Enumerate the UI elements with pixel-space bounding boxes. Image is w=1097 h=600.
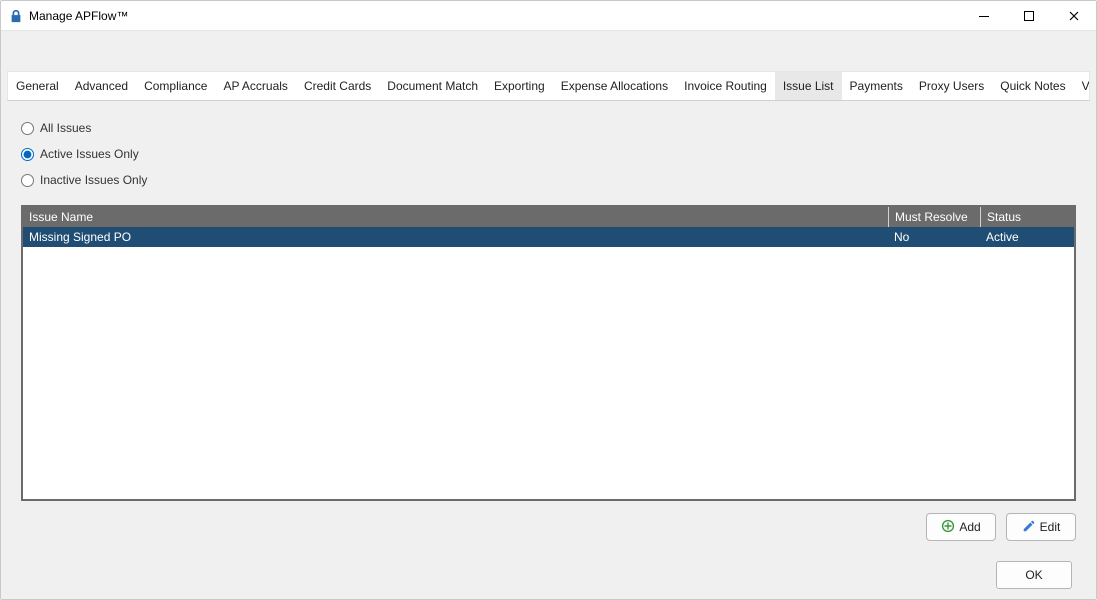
- window-frame: Manage APFlow™ GeneralAdvancedCompliance…: [0, 0, 1097, 600]
- filter-active-issues-label[interactable]: Active Issues Only: [40, 147, 139, 161]
- minimize-button[interactable]: [961, 1, 1006, 30]
- tab-expense-allocations[interactable]: Expense Allocations: [553, 72, 676, 100]
- filter-active-issues-radio[interactable]: [21, 148, 34, 161]
- table-row[interactable]: Missing Signed PONoActive: [23, 227, 1074, 247]
- tab-content-issue-list: All Issues Active Issues Only Inactive I…: [7, 101, 1090, 549]
- cell-issue-name: Missing Signed PO: [23, 227, 888, 247]
- maximize-button[interactable]: [1006, 1, 1051, 30]
- tab-compliance[interactable]: Compliance: [136, 72, 215, 100]
- column-header-status[interactable]: Status: [980, 207, 1074, 227]
- tab-issue-list[interactable]: Issue List: [775, 72, 842, 100]
- ok-button[interactable]: OK: [996, 561, 1072, 589]
- filter-all-issues-row: All Issues: [21, 117, 1076, 139]
- window-controls: [961, 1, 1096, 30]
- tab-quick-notes[interactable]: Quick Notes: [992, 72, 1073, 100]
- filter-all-issues-radio[interactable]: [21, 122, 34, 135]
- dialog-footer: OK: [1, 555, 1096, 599]
- tab-document-match[interactable]: Document Match: [379, 72, 486, 100]
- filter-inactive-issues-row: Inactive Issues Only: [21, 169, 1076, 191]
- title-bar: Manage APFlow™: [1, 1, 1096, 31]
- close-button[interactable]: [1051, 1, 1096, 30]
- filter-active-issues-row: Active Issues Only: [21, 143, 1076, 165]
- filter-inactive-issues-label[interactable]: Inactive Issues Only: [40, 173, 147, 187]
- tab-validation[interactable]: Validation: [1074, 72, 1090, 100]
- add-button-label: Add: [959, 520, 980, 534]
- edit-button[interactable]: Edit: [1006, 513, 1076, 541]
- grid-body: Missing Signed PONoActive: [23, 227, 1074, 499]
- edit-button-label: Edit: [1040, 520, 1061, 534]
- tab-proxy-users[interactable]: Proxy Users: [911, 72, 992, 100]
- tab-advanced[interactable]: Advanced: [67, 72, 136, 100]
- issues-grid: Issue Name Must Resolve Status Missing S…: [21, 205, 1076, 501]
- tab-payments[interactable]: Payments: [842, 72, 911, 100]
- plus-circle-icon: [941, 519, 955, 536]
- tab-invoice-routing[interactable]: Invoice Routing: [676, 72, 775, 100]
- cell-status: Active: [980, 227, 1074, 247]
- tab-strip: GeneralAdvancedComplianceAP AccrualsCred…: [7, 71, 1090, 101]
- tab-credit-cards[interactable]: Credit Cards: [296, 72, 379, 100]
- lock-icon: [9, 9, 23, 23]
- grid-header: Issue Name Must Resolve Status: [23, 207, 1074, 227]
- add-button[interactable]: Add: [926, 513, 996, 541]
- pencil-icon: [1022, 519, 1036, 536]
- column-header-must-resolve[interactable]: Must Resolve: [888, 207, 980, 227]
- filter-inactive-issues-radio[interactable]: [21, 174, 34, 187]
- body-area: GeneralAdvancedComplianceAP AccrualsCred…: [1, 31, 1096, 555]
- column-header-issue-name[interactable]: Issue Name: [23, 207, 888, 227]
- tab-ap-accruals[interactable]: AP Accruals: [215, 72, 295, 100]
- window-title: Manage APFlow™: [29, 9, 128, 23]
- tab-exporting[interactable]: Exporting: [486, 72, 553, 100]
- filter-all-issues-label[interactable]: All Issues: [40, 121, 91, 135]
- action-row: Add Edit: [21, 513, 1076, 541]
- cell-must-resolve: No: [888, 227, 980, 247]
- ok-button-label: OK: [1025, 568, 1042, 582]
- tab-general[interactable]: General: [8, 72, 67, 100]
